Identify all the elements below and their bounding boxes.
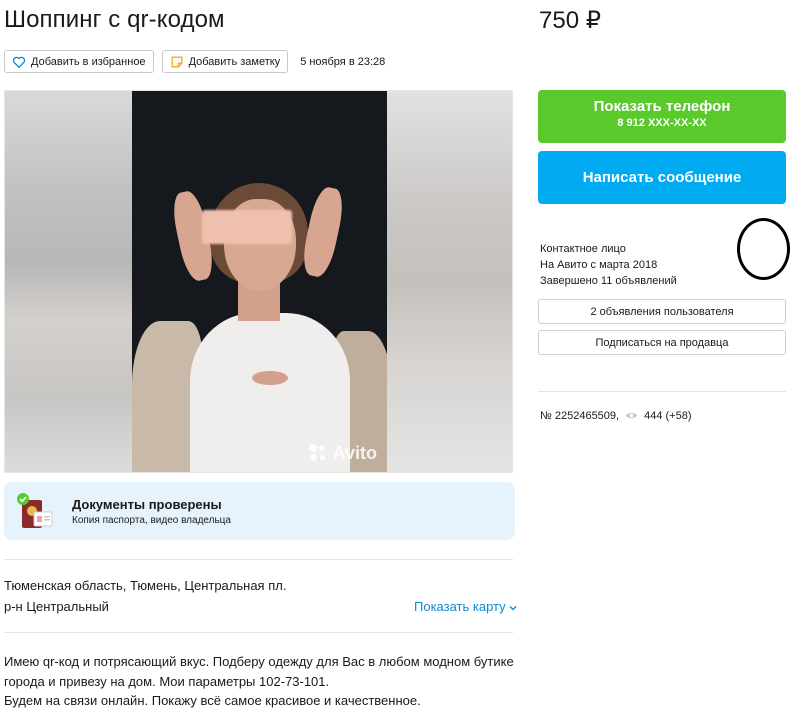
eye-icon	[625, 413, 638, 418]
watermark-text: Avito	[332, 442, 377, 463]
documents-verified-banner: Документы проверены Копия паспорта, виде…	[4, 482, 515, 540]
add-to-favorites-label: Добавить в избранное	[31, 55, 146, 68]
listing-stats: № 2252465509, 444 (+58)	[540, 409, 692, 422]
completed-ads: Завершено 11 объявлений	[540, 275, 677, 287]
documents-subtitle: Копия паспорта, видео владельца	[72, 515, 231, 526]
listing-actions: Добавить в избранное Добавить заметку 5 …	[4, 50, 385, 73]
write-message-button[interactable]: Написать сообщение	[538, 151, 786, 204]
face-privacy-blur	[202, 210, 292, 244]
listing-title: Шоппинг с qr-кодом	[4, 6, 225, 33]
gallery-blur-right	[385, 91, 512, 472]
on-avito-since: На Авито с марта 2018	[540, 259, 658, 271]
chevron-down-icon	[509, 605, 517, 611]
description-line: города и привезу на дом. Мои параметры 1…	[4, 673, 330, 689]
add-note-button[interactable]: Добавить заметку	[161, 50, 289, 73]
show-map-link[interactable]: Показать карту	[414, 599, 517, 614]
location-address: Тюменская область, Тюмень, Центральная п…	[4, 578, 287, 593]
masked-phone-number: 8 912 XXX-XX-XX	[617, 117, 707, 129]
listing-description: Имею qr-код и потрясающий вкус. Подберу …	[4, 652, 524, 711]
photo-gallery[interactable]: Avito	[4, 90, 513, 473]
listing-photo[interactable]: Avito	[132, 91, 387, 472]
seller-info: Контактное лицо На Авито с марта 2018 За…	[540, 241, 677, 289]
add-note-label: Добавить заметку	[188, 55, 281, 68]
publication-date: 5 ноября в 23:28	[300, 55, 386, 68]
ad-number: № 2252465509,	[540, 409, 620, 422]
note-icon	[171, 56, 183, 67]
show-phone-label: Показать телефон	[593, 98, 731, 115]
divider	[538, 391, 786, 392]
location-district: р-н Центральный	[4, 599, 109, 614]
description-line: Будем на связи онлайн. Покажу всё самое …	[4, 693, 421, 708]
photo-cutout	[252, 371, 288, 385]
subscribe-seller-button[interactable]: Подписаться на продавца	[538, 330, 786, 355]
view-count: 444 (+58)	[644, 409, 692, 422]
heart-icon	[12, 56, 26, 68]
avito-logo-icon	[307, 442, 329, 464]
add-to-favorites-button[interactable]: Добавить в избранное	[4, 50, 154, 73]
show-map-label: Показать карту	[414, 599, 506, 614]
divider	[4, 559, 513, 560]
description-line: Имею qr-код и потрясающий вкус. Подберу …	[4, 654, 514, 669]
listing-price: 750 ₽	[539, 7, 601, 34]
avito-watermark: Avito	[307, 442, 377, 464]
contact-person-label: Контактное лицо	[540, 243, 626, 255]
divider	[4, 632, 513, 633]
user-ads-button[interactable]: 2 объявления пользователя	[538, 299, 786, 324]
avatar-placeholder-circle	[737, 218, 790, 280]
show-phone-button[interactable]: Показать телефон 8 912 XXX-XX-XX	[538, 90, 786, 143]
passport-check-icon	[17, 493, 53, 528]
gallery-blur-left	[5, 91, 132, 472]
documents-title: Документы проверены	[72, 497, 222, 512]
